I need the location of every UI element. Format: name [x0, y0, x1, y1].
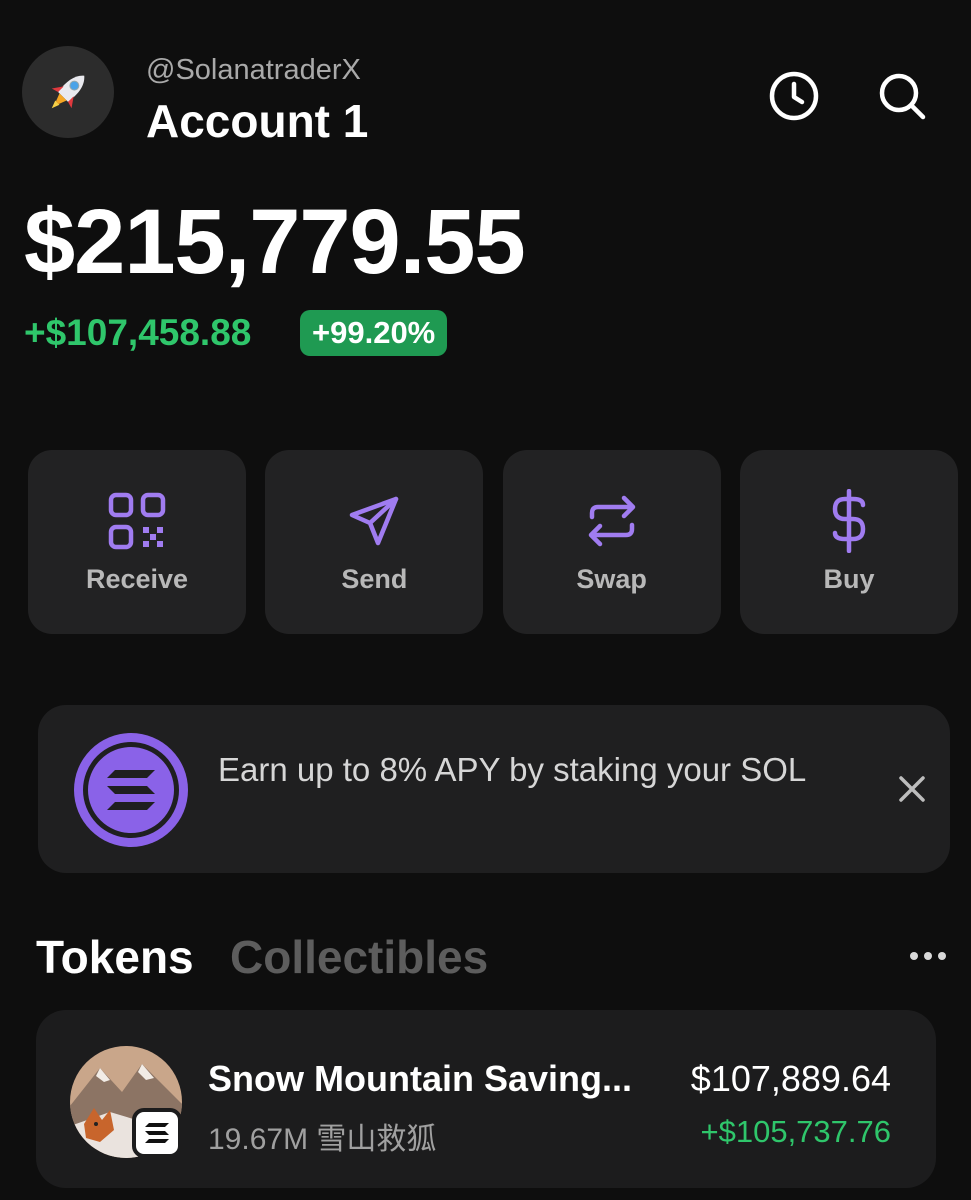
tab-collectibles[interactable]: Collectibles [230, 930, 488, 984]
total-balance: $215,779.55 [24, 191, 526, 293]
balance-change-amount: +$107,458.88 [24, 312, 252, 353]
search-button[interactable] [874, 68, 930, 124]
dollar-icon [818, 488, 880, 553]
buy-label: Buy [823, 563, 875, 594]
swap-icon [581, 490, 643, 552]
search-icon [879, 73, 926, 120]
account-handle[interactable]: @SolanatraderX [146, 54, 361, 87]
avatar[interactable] [22, 46, 114, 138]
close-icon [899, 776, 925, 802]
staking-promo-banner[interactable]: Earn up to 8% APY by staking your SOL [38, 705, 950, 873]
account-name[interactable]: Account 1 [146, 94, 368, 148]
history-button[interactable] [766, 68, 822, 124]
send-button[interactable]: Send [265, 450, 484, 634]
qr-code-icon [106, 490, 168, 552]
send-icon [343, 490, 405, 552]
swap-label: Swap [576, 563, 647, 594]
token-amount: 19.67M 雪山救狐 [208, 1123, 437, 1156]
more-icon[interactable] [900, 938, 956, 974]
receive-button[interactable]: Receive [28, 450, 246, 634]
balance-change-percent-badge: +99.20% [300, 310, 448, 356]
token-name: Snow Mountain Saving... [208, 1058, 633, 1099]
promo-close-button[interactable] [890, 767, 934, 811]
send-label: Send [341, 563, 408, 594]
tab-tokens[interactable]: Tokens [36, 930, 194, 984]
buy-button[interactable]: Buy [739, 450, 958, 634]
receive-label: Receive [85, 563, 189, 594]
action-bar: Receive Send Swap Buy [28, 450, 958, 634]
solana-chain-badge-icon [132, 1108, 182, 1158]
solana-icon [74, 733, 188, 847]
swap-button[interactable]: Swap [502, 450, 721, 634]
promo-text: Earn up to 8% APY by staking your SOL [218, 751, 807, 788]
token-change: +$105,737.76 [700, 1114, 892, 1149]
rocket-icon [51, 75, 85, 109]
token-value: $107,889.64 [690, 1058, 891, 1099]
clock-icon [769, 71, 819, 121]
